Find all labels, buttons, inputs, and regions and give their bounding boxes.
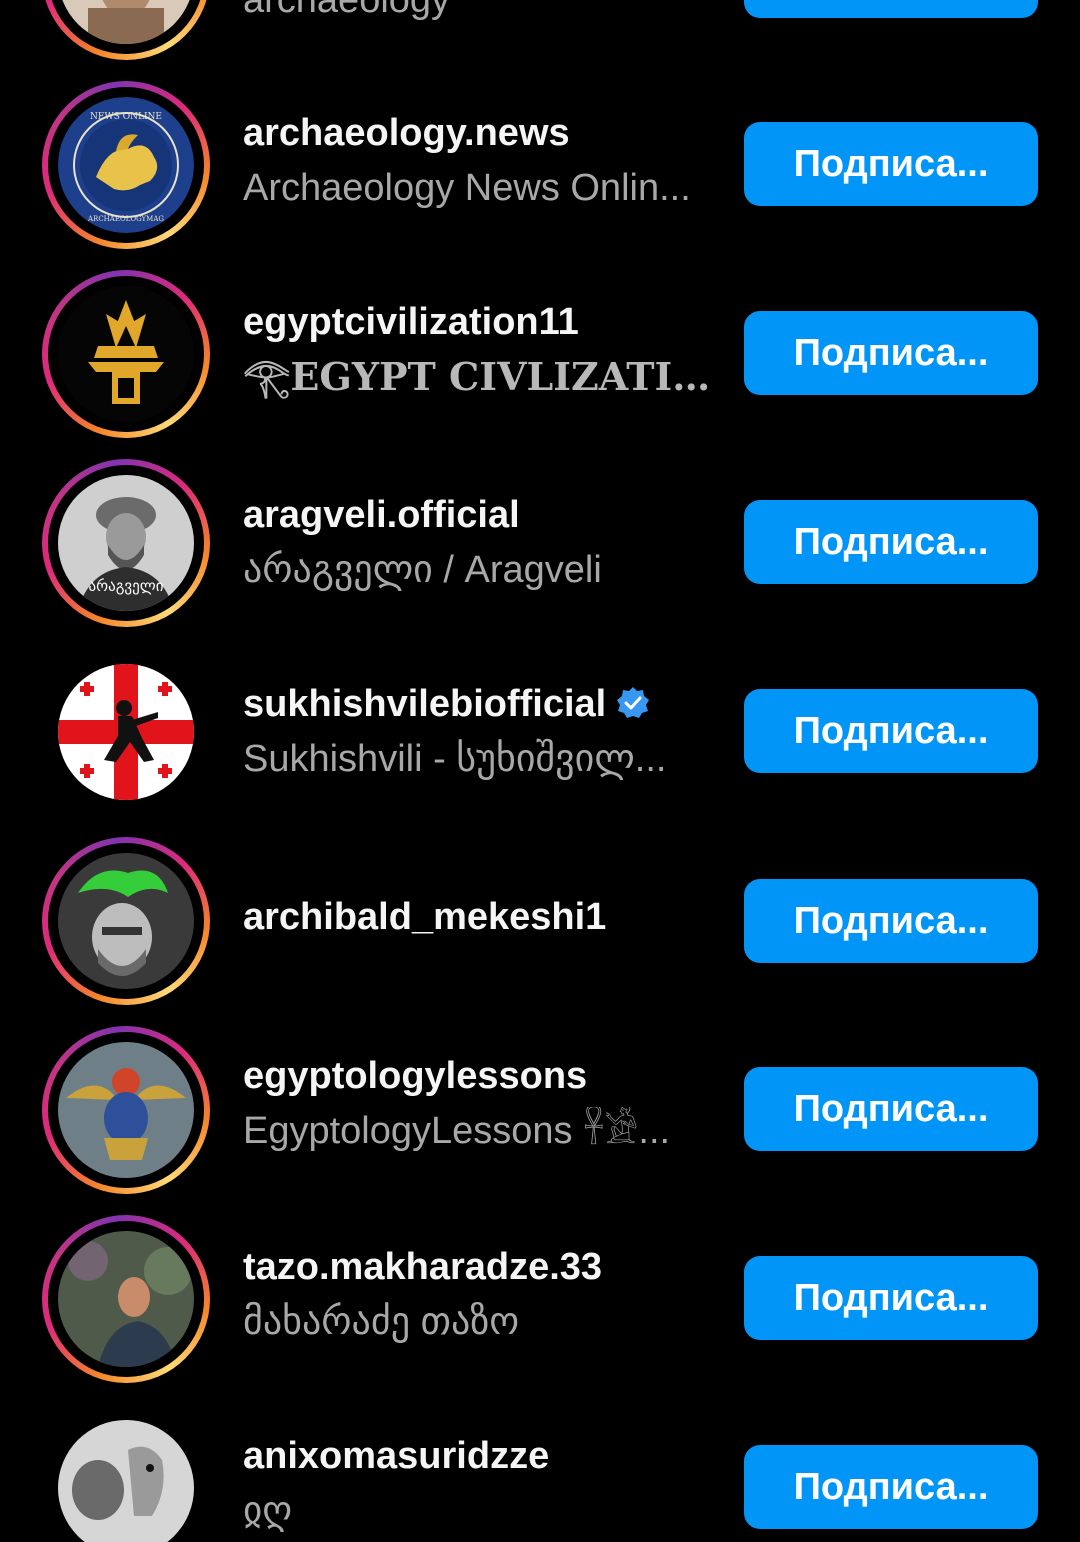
avatar-ring [42, 1026, 210, 1194]
avatar[interactable] [58, 664, 194, 800]
avatar[interactable] [58, 0, 194, 44]
follow-button[interactable]: Подписа... [744, 122, 1038, 206]
account-username[interactable]: archaeology.news [243, 110, 713, 156]
avatar-ring [42, 1215, 210, 1383]
avatar-ring [42, 270, 210, 438]
account-fullname: Sukhishvili - სუხიშვილ... [243, 738, 667, 780]
avatar-ring [42, 1404, 210, 1542]
svg-text:არაგველი: არაგველი [89, 577, 164, 595]
avatar-ring: არაგველი [42, 459, 210, 627]
follow-button[interactable]: Подписа... [744, 689, 1038, 773]
follow-button[interactable]: Подписа... [744, 1445, 1038, 1529]
avatar-ring [42, 837, 210, 1005]
follow-button[interactable]: Подписа... [744, 1067, 1038, 1151]
account-username[interactable]: archibald_mekeshi1 [243, 894, 713, 940]
account-username[interactable]: aragveli.official [243, 492, 713, 538]
avatar[interactable] [58, 853, 194, 989]
account-username[interactable]: anixomasuridzze [243, 1433, 713, 1479]
follow-button[interactable]: Подписа... [744, 879, 1038, 963]
account-fullname: ჲღ [243, 1490, 293, 1532]
list-item[interactable]: anixomasuridzze ჲღ Подписа... [0, 1393, 1080, 1542]
svg-text:ARCHAEOLOGYMAG: ARCHAEOLOGYMAG [87, 215, 164, 223]
avatar[interactable] [58, 1420, 194, 1542]
list-item-partial[interactable]: archaeology [0, 0, 1080, 60]
avatar[interactable] [58, 286, 194, 422]
follow-button[interactable] [744, 0, 1038, 18]
account-fullname: Archaeology News Onlin... [243, 167, 691, 209]
verified-badge-icon [617, 687, 650, 718]
account-fullname: archaeology [243, 0, 451, 21]
account-fullname: მახარაძე თაზო [243, 1301, 520, 1343]
avatar[interactable]: არაგველი [58, 475, 194, 611]
account-username[interactable]: tazo.makharadze.33 [243, 1244, 713, 1290]
list-item[interactable]: egyptcivilization11 𓂀EGYPT CIVLIZATIO...… [0, 259, 1080, 449]
following-list: archaeology NEWS ONLINE ARCHAEOLOGYMAG a… [0, 0, 1080, 1542]
follow-button[interactable]: Подписа... [744, 500, 1038, 584]
avatar-ring [42, 0, 210, 60]
list-item[interactable]: egyptologylessons EgyptologyLessons 𓋹𓀀..… [0, 1015, 1080, 1205]
list-item[interactable]: tazo.makharadze.33 მახარაძე თაზო Подписа… [0, 1204, 1080, 1394]
account-username-text[interactable]: sukhishvilebiofficial [243, 683, 606, 725]
avatar-ring [42, 648, 210, 816]
account-fullname: EgyptologyLessons 𓋹𓀀... [243, 1110, 671, 1152]
avatar[interactable]: NEWS ONLINE ARCHAEOLOGYMAG [58, 97, 194, 233]
account-username[interactable]: egyptcivilization11 [243, 299, 713, 345]
avatar[interactable] [58, 1042, 194, 1178]
avatar[interactable] [58, 1231, 194, 1367]
account-fullname: 𓂀EGYPT CIVLIZATIO... [243, 354, 713, 399]
avatar-ring: NEWS ONLINE ARCHAEOLOGYMAG [42, 81, 210, 249]
list-item[interactable]: არაგველი aragveli.official არაგველი / Ar… [0, 448, 1080, 638]
list-item[interactable]: archibald_mekeshi1 Подписа... [0, 826, 1080, 1016]
list-item[interactable]: NEWS ONLINE ARCHAEOLOGYMAG archaeology.n… [0, 70, 1080, 260]
follow-button[interactable]: Подписа... [744, 311, 1038, 395]
account-username[interactable]: sukhishvilebiofficial [243, 681, 713, 727]
list-item[interactable]: sukhishvilebiofficial Sukhishvili - სუხი… [0, 637, 1080, 827]
account-fullname: არაგველი / Aragveli [243, 549, 602, 591]
account-username[interactable]: egyptologylessons [243, 1053, 713, 1099]
follow-button[interactable]: Подписа... [744, 1256, 1038, 1340]
svg-text:NEWS ONLINE: NEWS ONLINE [90, 112, 162, 122]
